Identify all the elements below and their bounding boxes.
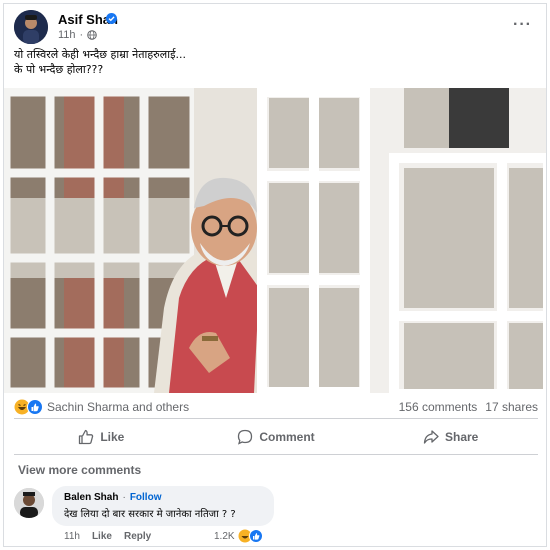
post-time[interactable]: 11h xyxy=(58,29,76,41)
share-arrow-icon xyxy=(423,430,439,444)
comment-item: Balen Shah · Follow देख लिया दो बार सरका… xyxy=(14,486,538,546)
comment-bubble-icon xyxy=(238,429,253,445)
more-options-icon[interactable]: ··· xyxy=(513,16,532,34)
haha-reaction-icon xyxy=(238,529,263,543)
reaction-stats: Sachin Sharma and others 156 comments 17… xyxy=(14,397,538,417)
engagement-counts: 156 comments 17 shares xyxy=(399,400,538,414)
post-photo[interactable] xyxy=(4,88,546,393)
thumbs-up-icon xyxy=(79,429,94,445)
follow-button[interactable]: Follow xyxy=(130,492,162,503)
share-label: Share xyxy=(445,430,479,444)
comment-text: देख लिया दो बार सरकार मे जानेका नतिजा ? … xyxy=(64,509,236,520)
comment-actions: 11h Like Reply xyxy=(64,531,151,542)
separator-dot: · xyxy=(122,492,126,503)
share-count[interactable]: 17 shares xyxy=(485,400,538,414)
post-header: Asif Shah 11h · ··· xyxy=(14,10,538,44)
comment-reply-button[interactable]: Reply xyxy=(124,531,151,542)
comment-like-button[interactable]: Like xyxy=(92,531,112,542)
divider-top xyxy=(14,418,538,419)
like-reaction-icon xyxy=(27,399,43,415)
comment-bubble: Balen Shah · Follow देख लिया दो बार सरका… xyxy=(52,486,274,526)
commenter-avatar[interactable] xyxy=(14,488,44,518)
comment-label: Comment xyxy=(259,430,315,444)
commenter-name[interactable]: Balen Shah xyxy=(64,492,118,503)
divider-bottom xyxy=(14,454,538,455)
comment-count[interactable]: 156 comments xyxy=(399,400,478,414)
post-actions: Like Comment Share xyxy=(14,422,538,452)
reaction-icons[interactable] xyxy=(14,399,44,415)
view-more-comments-link[interactable]: View more comments xyxy=(18,463,141,477)
globe-icon xyxy=(87,30,98,40)
post-caption: यो तस्विरले केही भन्दैछ हाम्रा नेताहरुला… xyxy=(14,47,534,77)
comment-reaction-count: 1.2K xyxy=(214,530,235,542)
like-button[interactable]: Like xyxy=(14,422,189,452)
share-button[interactable]: Share xyxy=(363,422,538,452)
comment-button[interactable]: Comment xyxy=(189,422,364,452)
caption-line-1: यो तस्विरले केही भन्दैछ हाम्रा नेताहरुला… xyxy=(14,48,186,61)
comment-header: Balen Shah · Follow xyxy=(64,492,262,503)
reaction-names[interactable]: Sachin Sharma and others xyxy=(47,400,189,414)
like-label: Like xyxy=(100,430,125,444)
author-avatar[interactable] xyxy=(14,10,48,44)
caption-line-2: के पो भन्दैछ होला??? xyxy=(14,63,104,76)
post-meta: 11h · xyxy=(58,29,98,41)
comment-time[interactable]: 11h xyxy=(64,531,80,542)
post-card: Asif Shah 11h · ··· यो तस्विरले केही भन्… xyxy=(3,3,547,547)
verified-badge-icon xyxy=(106,13,117,24)
comment-reactions[interactable]: 1.2K xyxy=(214,529,264,543)
